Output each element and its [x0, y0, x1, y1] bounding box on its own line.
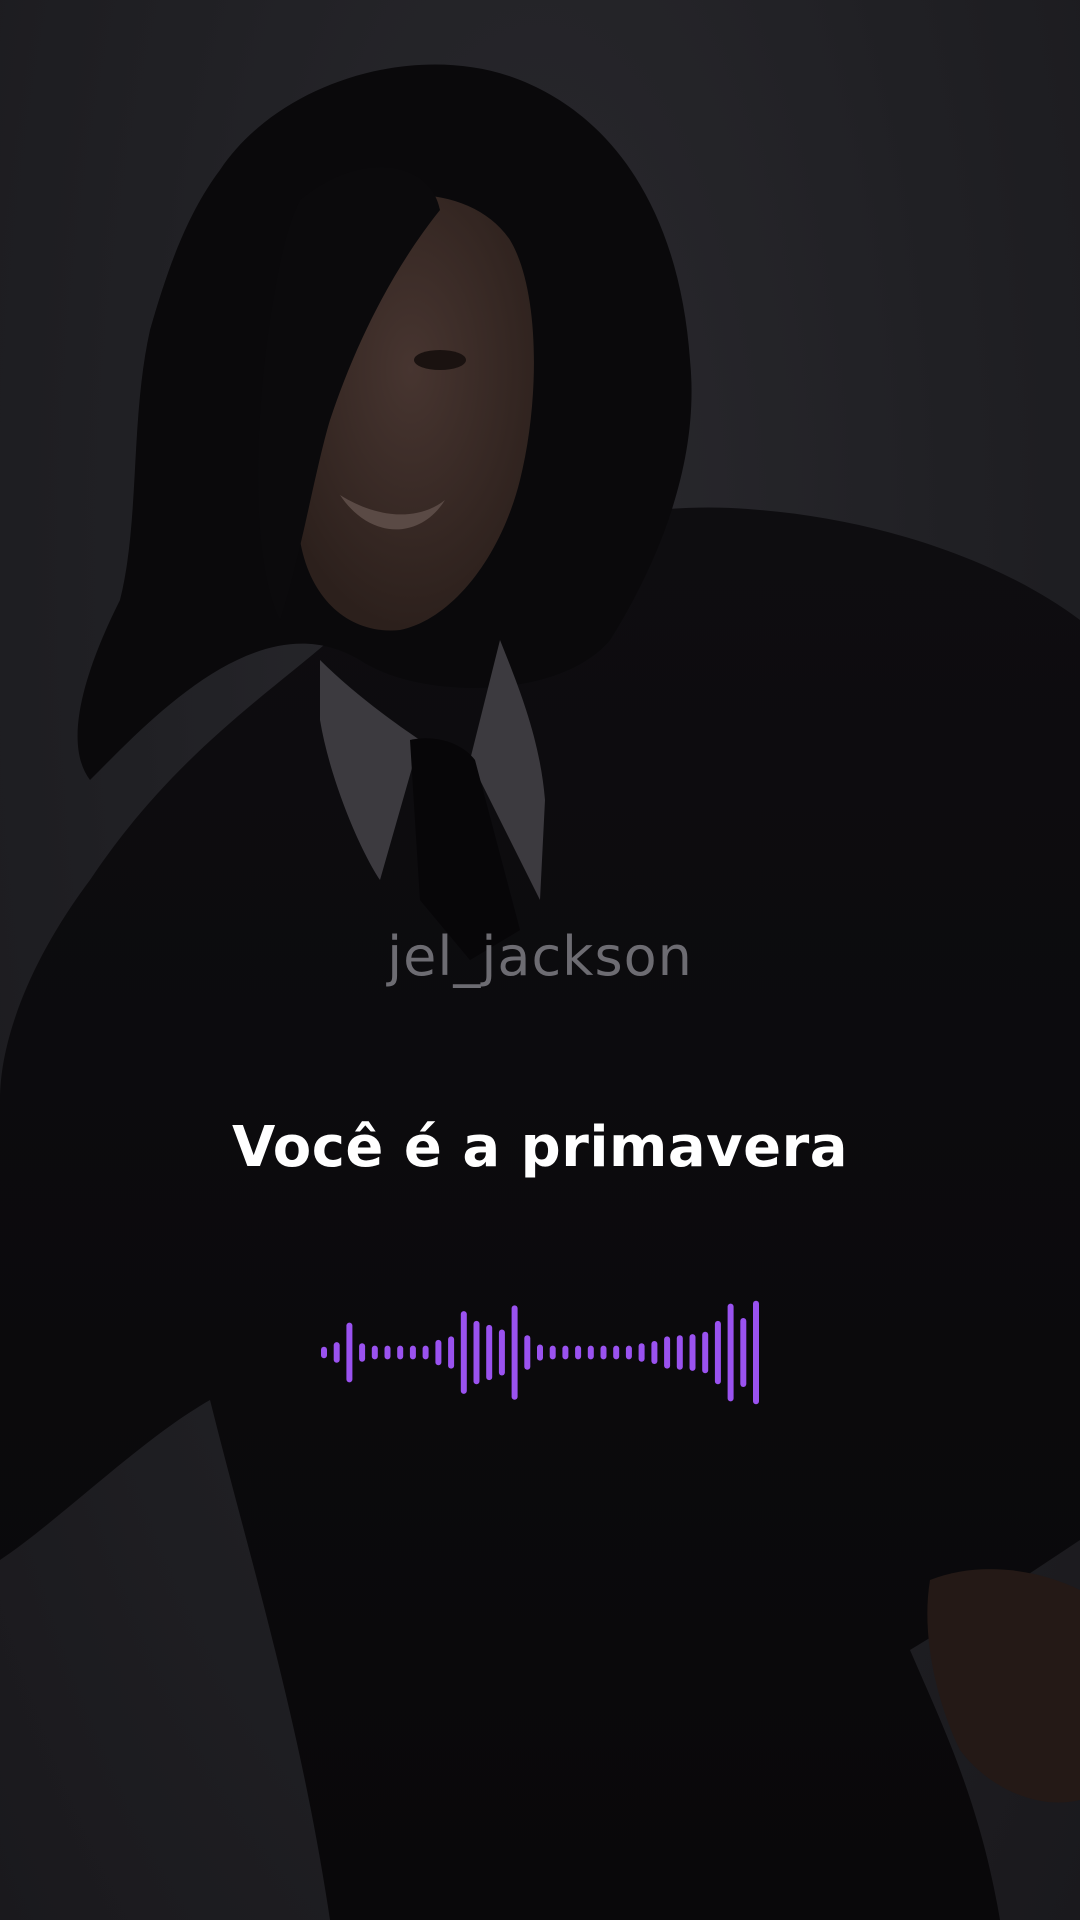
waveform-bar: [587, 1345, 594, 1360]
waveform-bar: [600, 1345, 607, 1360]
lyric-caption: Você é a primavera: [231, 1115, 849, 1180]
waveform-bar: [549, 1345, 556, 1360]
waveform-bar: [397, 1345, 404, 1360]
waveform-bar: [473, 1320, 480, 1385]
waveform-bar: [346, 1322, 353, 1383]
waveform-bar: [625, 1345, 632, 1360]
waveform-bar: [714, 1320, 721, 1385]
waveform-bar: [727, 1303, 734, 1402]
waveform-bar: [460, 1311, 467, 1394]
eye-shape: [414, 350, 466, 370]
waveform-bar: [575, 1345, 582, 1360]
waveform-bar: [333, 1342, 340, 1363]
waveform-bar: [740, 1318, 747, 1387]
waveform-bar: [613, 1345, 620, 1360]
waveform-bar: [524, 1335, 531, 1370]
waveform-bar: [409, 1345, 416, 1360]
waveform-bar: [321, 1346, 327, 1359]
waveform-bar: [486, 1324, 493, 1381]
waveform-bar: [422, 1345, 429, 1360]
waveform-bar: [664, 1336, 671, 1369]
waveform-bar: [537, 1344, 543, 1361]
video-frame: jel_jackson Você é a primavera: [0, 0, 1080, 1920]
waveform-bar: [384, 1345, 391, 1360]
waveform-bar: [651, 1341, 658, 1364]
waveform-bar: [498, 1329, 505, 1376]
waveform-bar: [753, 1300, 759, 1405]
audio-waveform: [321, 1300, 759, 1405]
waveform-bar: [371, 1345, 378, 1360]
waveform-bar: [359, 1343, 366, 1362]
watermark-username: jel_jackson: [387, 925, 693, 988]
waveform-bar: [676, 1335, 683, 1370]
waveform-bar: [689, 1334, 696, 1371]
waveform-bar: [562, 1345, 569, 1360]
waveform-bar: [638, 1343, 645, 1362]
waveform-bar: [448, 1336, 455, 1369]
waveform-bar: [435, 1339, 442, 1366]
jacket-shape: [0, 507, 1080, 1920]
waveform-bar: [511, 1305, 518, 1400]
waveform-bar: [702, 1331, 709, 1374]
